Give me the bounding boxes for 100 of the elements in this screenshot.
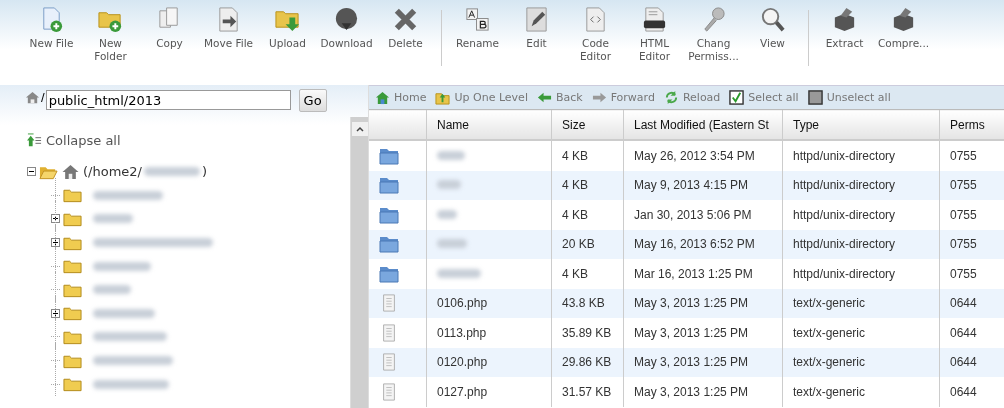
toolbar-button[interactable]: Rename	[449, 6, 506, 50]
size-cell: 31.57 KB	[562, 384, 612, 399]
toolbar-button[interactable]: Move File	[200, 6, 257, 50]
size-cell: 4 KB	[562, 178, 588, 193]
expand-toggle-icon[interactable]	[51, 308, 60, 318]
column-header[interactable]: Name	[426, 109, 552, 140]
type-cell: text/x-generic	[793, 355, 866, 370]
size-cell: 4 KB	[562, 207, 588, 222]
toolbar-button[interactable]: Chang Permiss...	[685, 6, 742, 63]
toolbar-button[interactable]: View	[744, 6, 801, 50]
right-arrow-icon	[591, 90, 607, 105]
blurred-folder-name[interactable]	[93, 308, 155, 318]
path-separator: /	[41, 90, 45, 105]
blurred-folder-name[interactable]	[93, 261, 151, 271]
permissions-cell: 0755	[950, 237, 977, 252]
size-cell: 35.89 KB	[562, 325, 612, 340]
file-name[interactable]: 0127.php	[437, 384, 488, 399]
toolbar-button[interactable]: Edit	[508, 6, 565, 50]
scroll-up-icon[interactable]	[351, 122, 368, 136]
blurred-folder-name[interactable]	[437, 239, 467, 249]
modified-date-cell: May 26, 2012 3:54 PM	[634, 148, 755, 163]
expand-toggle-icon[interactable]	[51, 214, 60, 224]
modified-date-cell: Jan 30, 2013 5:06 PM	[634, 207, 752, 222]
blurred-folder-name[interactable]	[93, 238, 213, 248]
modified-date-cell: May 3, 2013 1:25 PM	[634, 325, 749, 340]
type-cell: text/x-generic	[793, 384, 866, 399]
size-cell: 20 KB	[562, 237, 595, 252]
permissions-cell: 0755	[950, 266, 977, 281]
blurred-folder-name[interactable]	[93, 379, 169, 389]
folder-icon[interactable]	[63, 376, 82, 393]
root-folder-label[interactable]: (/home2/ )	[83, 164, 208, 180]
column-header[interactable]: Size	[551, 109, 624, 140]
home-icon	[25, 90, 40, 105]
modified-date-cell: May 3, 2013 1:25 PM	[634, 384, 749, 399]
blurred-folder-name[interactable]	[93, 214, 133, 224]
column-header[interactable]: Type	[782, 109, 940, 140]
nav-button[interactable]: Unselect all	[807, 90, 891, 105]
blurred-folder-name[interactable]	[437, 268, 481, 278]
toolbar-button[interactable]: Delete	[377, 6, 434, 50]
modified-date-cell: May 9, 2013 4:15 PM	[634, 178, 749, 193]
type-cell: httpd/unix-directory	[793, 237, 896, 252]
folder-icon[interactable]	[63, 258, 82, 275]
reload-icon	[663, 90, 679, 105]
file-name[interactable]: 0113.php	[437, 325, 487, 340]
modified-date-cell: May 16, 2013 6:52 PM	[634, 237, 755, 252]
blurred-folder-name[interactable]	[437, 150, 465, 160]
type-cell: text/x-generic	[793, 325, 866, 340]
blurred-folder-name[interactable]	[93, 356, 173, 366]
toolbar-button[interactable]: New File	[23, 6, 80, 50]
column-header[interactable]: Last Modified (Eastern St	[623, 109, 783, 140]
nav-button[interactable]: Reload	[663, 90, 721, 105]
type-cell: httpd/unix-directory	[793, 178, 896, 193]
left-arrow-icon	[536, 90, 552, 105]
blurred-folder-name[interactable]	[437, 209, 457, 219]
permissions-cell: 0644	[950, 355, 977, 370]
modified-date-cell: May 3, 2013 1:25 PM	[634, 355, 749, 370]
toolbar-button[interactable]: Extract	[816, 6, 873, 50]
rename-icon	[464, 6, 491, 33]
modified-date-cell: May 3, 2013 1:25 PM	[634, 296, 749, 311]
type-cell: httpd/unix-directory	[793, 148, 896, 163]
nav-button[interactable]: Select all	[729, 90, 799, 105]
nav-button[interactable]: Forward	[591, 90, 655, 105]
blurred-folder-name[interactable]	[93, 332, 167, 342]
folder-up-icon	[435, 90, 451, 105]
go-button[interactable]: Go	[298, 89, 327, 112]
house-icon	[61, 163, 80, 180]
scrollbar[interactable]	[350, 117, 368, 408]
folder-icon[interactable]	[63, 187, 82, 204]
nav-button[interactable]: Home	[375, 90, 427, 105]
blurred-folder-name[interactable]	[437, 180, 461, 190]
size-cell: 43.8 KB	[562, 296, 605, 311]
delete-icon	[392, 6, 419, 33]
size-cell: 4 KB	[562, 266, 588, 281]
expand-toggle-icon[interactable]	[51, 238, 60, 248]
path-field[interactable]: public_html/2013	[45, 90, 291, 110]
type-cell: httpd/unix-directory	[793, 207, 896, 222]
type-cell: httpd/unix-directory	[793, 266, 896, 281]
permissions-cell: 0755	[950, 178, 977, 193]
pencil-icon	[523, 6, 550, 33]
toolbar-button[interactable]: HTML Editor	[626, 6, 683, 63]
toolbar-button[interactable]: New Folder	[82, 6, 139, 63]
nav-button[interactable]: Up One Level	[435, 90, 528, 105]
blurred-folder-name[interactable]	[93, 285, 131, 295]
blurred-text	[143, 167, 200, 177]
type-cell: text/x-generic	[793, 296, 866, 311]
permissions-cell: 0644	[950, 384, 977, 399]
checkbox-icon	[729, 90, 745, 105]
collapse-icon	[27, 133, 42, 148]
toolbar-button[interactable]: Copy	[141, 6, 198, 50]
column-header[interactable]: Perms	[939, 109, 1004, 140]
collapse-toggle-icon[interactable]	[27, 167, 36, 177]
download-icon	[333, 6, 360, 33]
square-icon	[807, 90, 823, 105]
toolbar-button[interactable]: Download	[318, 6, 375, 50]
toolbar-button[interactable]: Compre...	[875, 6, 932, 50]
toolbar-button[interactable]: Code Editor	[567, 6, 624, 63]
toolbar-button[interactable]: Upload	[259, 6, 316, 50]
blurred-folder-name[interactable]	[93, 190, 163, 200]
collapse-all-link[interactable]: Collapse all	[27, 133, 121, 148]
nav-button[interactable]: Back	[536, 90, 583, 105]
